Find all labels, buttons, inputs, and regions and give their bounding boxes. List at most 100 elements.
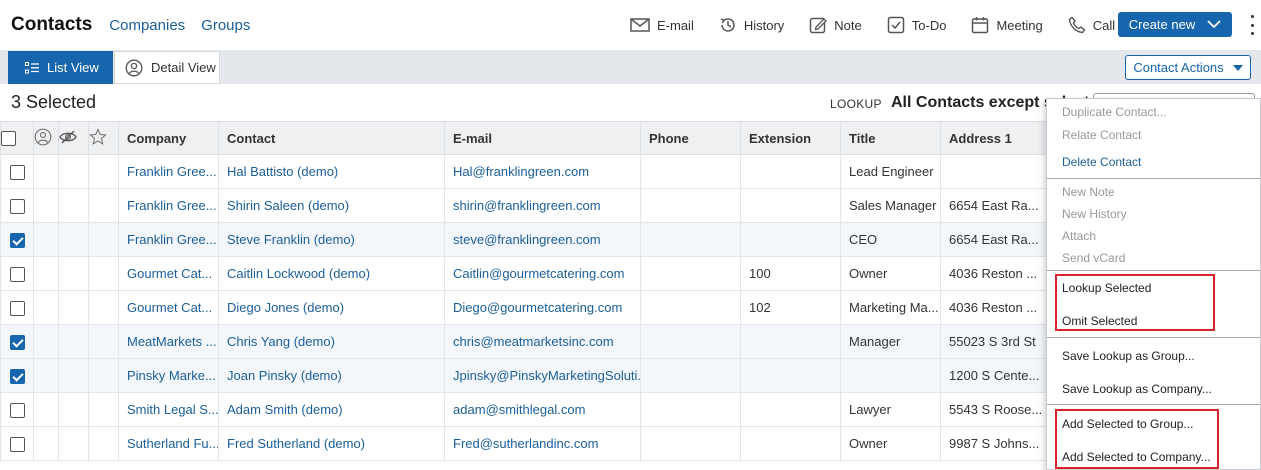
email-action[interactable]: E-mail	[630, 17, 694, 33]
contact-link[interactable]: Chris Yang (demo)	[218, 324, 445, 359]
contact-link[interactable]: Adam Smith (demo)	[218, 392, 445, 427]
create-new-button[interactable]: Create new	[1118, 12, 1232, 37]
row-checkbox[interactable]	[0, 256, 34, 291]
tab-list-view[interactable]: List View	[8, 51, 113, 84]
company-link[interactable]: Franklin Gree...	[118, 154, 219, 189]
contact-link[interactable]: Shirin Saleen (demo)	[218, 188, 445, 223]
email-link[interactable]: Jpinsky@PinskyMarketingSoluti...	[444, 358, 641, 393]
row-checkbox[interactable]	[0, 290, 34, 325]
table-row[interactable]: Pinsky Marke... Joan Pinsky (demo) Jpins…	[0, 358, 1051, 393]
row-checkbox[interactable]	[0, 358, 34, 393]
email-link[interactable]: Caitlin@gourmetcatering.com	[444, 256, 641, 291]
email-link[interactable]: chris@meatmarketsinc.com	[444, 324, 641, 359]
nav-link-companies[interactable]: Companies	[109, 17, 185, 34]
contact-link[interactable]: Fred Sutherland (demo)	[218, 426, 445, 461]
extension-cell: 100	[740, 256, 841, 291]
menu-relate-contact[interactable]: Relate Contact	[1062, 128, 1141, 142]
list-icon	[25, 61, 39, 73]
extension-cell	[740, 154, 841, 189]
column-email[interactable]: E-mail	[444, 121, 641, 155]
extension-cell	[740, 188, 841, 223]
contact-link[interactable]: Caitlin Lockwood (demo)	[218, 256, 445, 291]
phone-cell	[640, 290, 741, 325]
contact-link[interactable]: Diego Jones (demo)	[218, 290, 445, 325]
more-options-icon[interactable]	[1247, 15, 1257, 35]
menu-attach[interactable]: Attach	[1062, 229, 1096, 243]
column-title[interactable]: Title	[840, 121, 941, 155]
phone-icon	[1068, 16, 1086, 34]
menu-new-history[interactable]: New History	[1062, 207, 1127, 221]
table-row[interactable]: Gourmet Cat... Diego Jones (demo) Diego@…	[0, 290, 1051, 325]
company-link[interactable]: Franklin Gree...	[118, 222, 219, 257]
column-contact[interactable]: Contact	[218, 121, 445, 155]
row-checkbox[interactable]	[0, 426, 34, 461]
email-link[interactable]: Hal@franklingreen.com	[444, 154, 641, 189]
nav-link-groups[interactable]: Groups	[201, 17, 250, 34]
history-action-label: History	[743, 17, 785, 33]
company-link[interactable]: Pinsky Marke...	[118, 358, 219, 393]
meeting-action[interactable]: Meeting	[971, 16, 1043, 34]
row-spacer	[88, 358, 119, 393]
email-link[interactable]: Fred@sutherlandinc.com	[444, 426, 641, 461]
email-link[interactable]: steve@franklingreen.com	[444, 222, 641, 257]
menu-send-vcard[interactable]: Send vCard	[1062, 251, 1125, 265]
row-spacer	[33, 290, 59, 325]
history-action[interactable]: History	[719, 16, 784, 34]
title-cell: Owner	[840, 256, 941, 291]
row-checkbox[interactable]	[0, 188, 34, 223]
menu-new-note[interactable]: New Note	[1062, 185, 1115, 199]
contact-link[interactable]: Steve Franklin (demo)	[218, 222, 445, 257]
phone-cell	[640, 324, 741, 359]
title-cell: Lead Engineer	[840, 154, 941, 189]
menu-save-lookup-group[interactable]: Save Lookup as Group...	[1062, 349, 1195, 363]
menu-delete-contact[interactable]: Delete Contact	[1062, 155, 1141, 169]
title-cell: Lawyer	[840, 392, 941, 427]
row-checkbox[interactable]	[0, 222, 34, 257]
row-spacer	[58, 188, 89, 223]
row-checkbox[interactable]	[0, 392, 34, 427]
company-link[interactable]: Gourmet Cat...	[118, 290, 219, 325]
contact-link[interactable]: Hal Battisto (demo)	[218, 154, 445, 189]
email-link[interactable]: shirin@franklingreen.com	[444, 188, 641, 223]
extension-cell: 102	[740, 290, 841, 325]
phone-cell	[640, 358, 741, 393]
email-link[interactable]: Diego@gourmetcatering.com	[444, 290, 641, 325]
column-company[interactable]: Company	[118, 121, 219, 155]
call-action[interactable]: Call	[1068, 16, 1115, 34]
phone-cell	[640, 154, 741, 189]
tab-detail-view[interactable]: Detail View	[114, 51, 220, 84]
star-icon	[88, 121, 119, 155]
row-spacer	[88, 188, 119, 223]
row-checkbox[interactable]	[0, 154, 34, 189]
caret-down-icon	[1232, 64, 1243, 71]
tab-list-view-label: List View	[47, 60, 99, 75]
company-link[interactable]: Gourmet Cat...	[118, 256, 219, 291]
table-row[interactable]: Franklin Gree... Hal Battisto (demo) Hal…	[0, 154, 1051, 189]
row-spacer	[58, 324, 89, 359]
company-link[interactable]: Sutherland Fu...	[118, 426, 219, 461]
table-row[interactable]: Franklin Gree... Shirin Saleen (demo) sh…	[0, 188, 1051, 223]
column-phone[interactable]: Phone	[640, 121, 741, 155]
table-row[interactable]: Franklin Gree... Steve Franklin (demo) s…	[0, 222, 1051, 257]
contact-link[interactable]: Joan Pinsky (demo)	[218, 358, 445, 393]
email-link[interactable]: adam@smithlegal.com	[444, 392, 641, 427]
select-all-checkbox[interactable]	[0, 121, 34, 155]
column-address[interactable]: Address 1	[940, 121, 1051, 155]
menu-save-lookup-company[interactable]: Save Lookup as Company...	[1062, 382, 1212, 396]
company-link[interactable]: MeatMarkets ...	[118, 324, 219, 359]
note-action[interactable]: Note	[809, 16, 862, 34]
table-header-row: Company Contact E-mail Phone Extension T…	[0, 121, 1051, 155]
contact-actions-button[interactable]: Contact Actions	[1125, 55, 1251, 80]
extension-cell	[740, 392, 841, 427]
todo-action[interactable]: To-Do	[887, 16, 946, 34]
column-extension[interactable]: Extension	[740, 121, 841, 155]
table-row[interactable]: MeatMarkets ... Chris Yang (demo) chris@…	[0, 324, 1051, 359]
table-row[interactable]: Sutherland Fu... Fred Sutherland (demo) …	[0, 426, 1051, 461]
row-checkbox[interactable]	[0, 324, 34, 359]
table-row[interactable]: Gourmet Cat... Caitlin Lockwood (demo) C…	[0, 256, 1051, 291]
company-link[interactable]: Franklin Gree...	[118, 188, 219, 223]
company-link[interactable]: Smith Legal S...	[118, 392, 219, 427]
row-spacer	[33, 392, 59, 427]
table-row[interactable]: Smith Legal S... Adam Smith (demo) adam@…	[0, 392, 1051, 427]
menu-duplicate-contact[interactable]: Duplicate Contact...	[1062, 105, 1167, 119]
